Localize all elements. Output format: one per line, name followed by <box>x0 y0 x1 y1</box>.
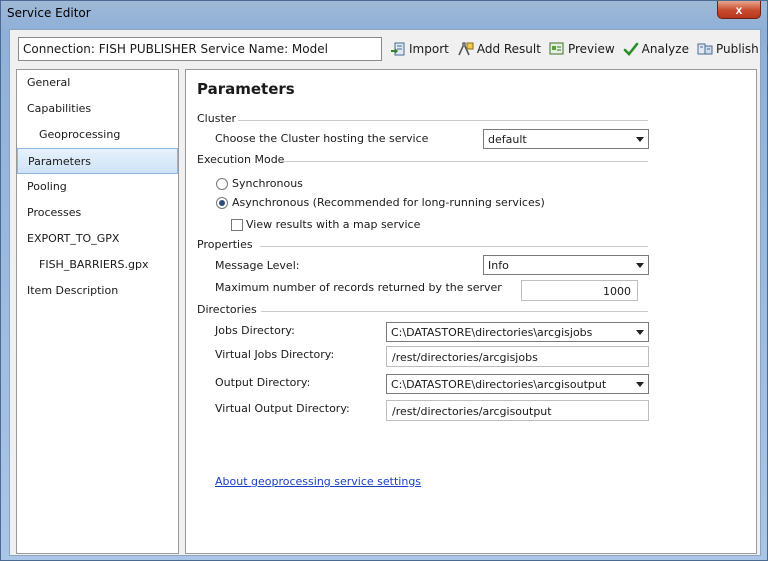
sidebar-item-pooling[interactable]: Pooling <box>17 174 178 200</box>
close-button[interactable]: x <box>717 1 761 19</box>
message-level-label: Message Level: <box>215 259 300 272</box>
publish-button[interactable]: Publish <box>697 41 759 57</box>
directories-heading: Directories <box>197 303 257 316</box>
cluster-select-value: default <box>488 133 527 146</box>
max-records-label: Maximum number of records returned by th… <box>215 281 502 294</box>
execution-mode-divider <box>281 161 648 162</box>
sidebar-item-general[interactable]: General <box>17 70 178 96</box>
properties-heading: Properties <box>197 238 253 251</box>
toolbar: Import Add Result Preview Analyze Publis… <box>390 37 768 61</box>
view-results-map-service-checkbox[interactable] <box>231 219 243 231</box>
add-result-label: Add Result <box>476 42 541 56</box>
cluster-divider <box>238 120 648 121</box>
parameters-panel: Parameters Cluster Choose the Cluster ho… <box>185 69 757 554</box>
sidebar-item-geoprocessing[interactable]: Geoprocessing <box>17 122 178 148</box>
jobs-directory-select[interactable]: C:\DATASTORE\directories\arcgisjobs <box>386 322 649 342</box>
preview-icon <box>549 42 564 55</box>
sidebar-item-export-to-gpx[interactable]: EXPORT_TO_GPX <box>17 226 178 252</box>
check-icon <box>623 42 638 56</box>
view-results-map-service-label: View results with a map service <box>246 218 421 231</box>
chevron-down-icon <box>636 263 644 268</box>
sidebar-item-fish-barriers-gpx[interactable]: FISH_BARRIERS.gpx <box>17 252 178 278</box>
sidebar-item-processes[interactable]: Processes <box>17 200 178 226</box>
sidebar-item-capabilities[interactable]: Capabilities <box>17 96 178 122</box>
directories-divider <box>261 311 648 312</box>
virtual-jobs-directory-label: Virtual Jobs Directory: <box>215 348 335 361</box>
virtual-jobs-directory-input[interactable]: /rest/directories/arcgisjobs <box>386 346 649 367</box>
connection-info: Connection: FISH PUBLISHER Service Name:… <box>18 37 382 61</box>
jobs-directory-label: Jobs Directory: <box>215 324 295 337</box>
max-records-input[interactable]: 1000 <box>521 280 638 301</box>
message-level-value: Info <box>488 259 509 272</box>
sidebar-nav: General Capabilities Geoprocessing Param… <box>16 69 179 554</box>
message-level-select[interactable]: Info <box>483 255 649 275</box>
execution-mode-heading: Execution Mode <box>197 153 285 166</box>
close-icon: x <box>735 2 743 17</box>
window-title: Service Editor <box>7 6 91 20</box>
service-editor-window: Service Editor x Connection: FISH PUBLIS… <box>0 0 768 561</box>
jobs-directory-value: C:\DATASTORE\directories\arcgisjobs <box>391 326 593 339</box>
publish-label: Publish <box>715 42 759 56</box>
import-button[interactable]: Import <box>390 41 449 57</box>
import-label: Import <box>409 42 449 56</box>
output-directory-value: C:\DATASTORE\directories\arcgisoutput <box>391 378 607 391</box>
chevron-down-icon <box>636 382 644 387</box>
preview-label: Preview <box>567 42 615 56</box>
publish-icon <box>697 43 713 55</box>
editor-client-area: Connection: FISH PUBLISHER Service Name:… <box>9 29 768 556</box>
cluster-heading: Cluster <box>197 112 237 125</box>
chevron-down-icon <box>636 137 644 142</box>
output-directory-select[interactable]: C:\DATASTORE\directories\arcgisoutput <box>386 374 649 394</box>
virtual-output-directory-input[interactable]: /rest/directories/arcgisoutput <box>386 400 649 421</box>
virtual-output-directory-label: Virtual Output Directory: <box>215 402 350 415</box>
cluster-choose-label: Choose the Cluster hosting the service <box>215 132 429 145</box>
chevron-down-icon <box>636 330 644 335</box>
synchronous-label: Synchronous <box>232 177 303 190</box>
about-geoprocessing-settings-link[interactable]: About geoprocessing service settings <box>215 475 421 488</box>
cluster-select[interactable]: default <box>483 129 649 149</box>
asynchronous-label: Asynchronous (Recommended for long-runni… <box>232 196 545 209</box>
analyze-button[interactable]: Analyze <box>623 41 689 57</box>
sidebar-item-item-description[interactable]: Item Description <box>17 278 178 304</box>
asynchronous-radio[interactable] <box>216 197 228 209</box>
sidebar-item-parameters[interactable]: Parameters <box>17 148 178 174</box>
title-bar[interactable]: Service Editor x <box>1 1 767 27</box>
add-result-button[interactable]: Add Result <box>457 41 541 57</box>
properties-divider <box>260 246 648 247</box>
synchronous-radio[interactable] <box>216 178 228 190</box>
output-directory-label: Output Directory: <box>215 376 311 389</box>
add-result-icon <box>458 42 474 56</box>
preview-button[interactable]: Preview <box>549 41 615 57</box>
analyze-label: Analyze <box>641 42 689 56</box>
page-title: Parameters <box>197 80 295 98</box>
import-icon <box>391 42 405 56</box>
